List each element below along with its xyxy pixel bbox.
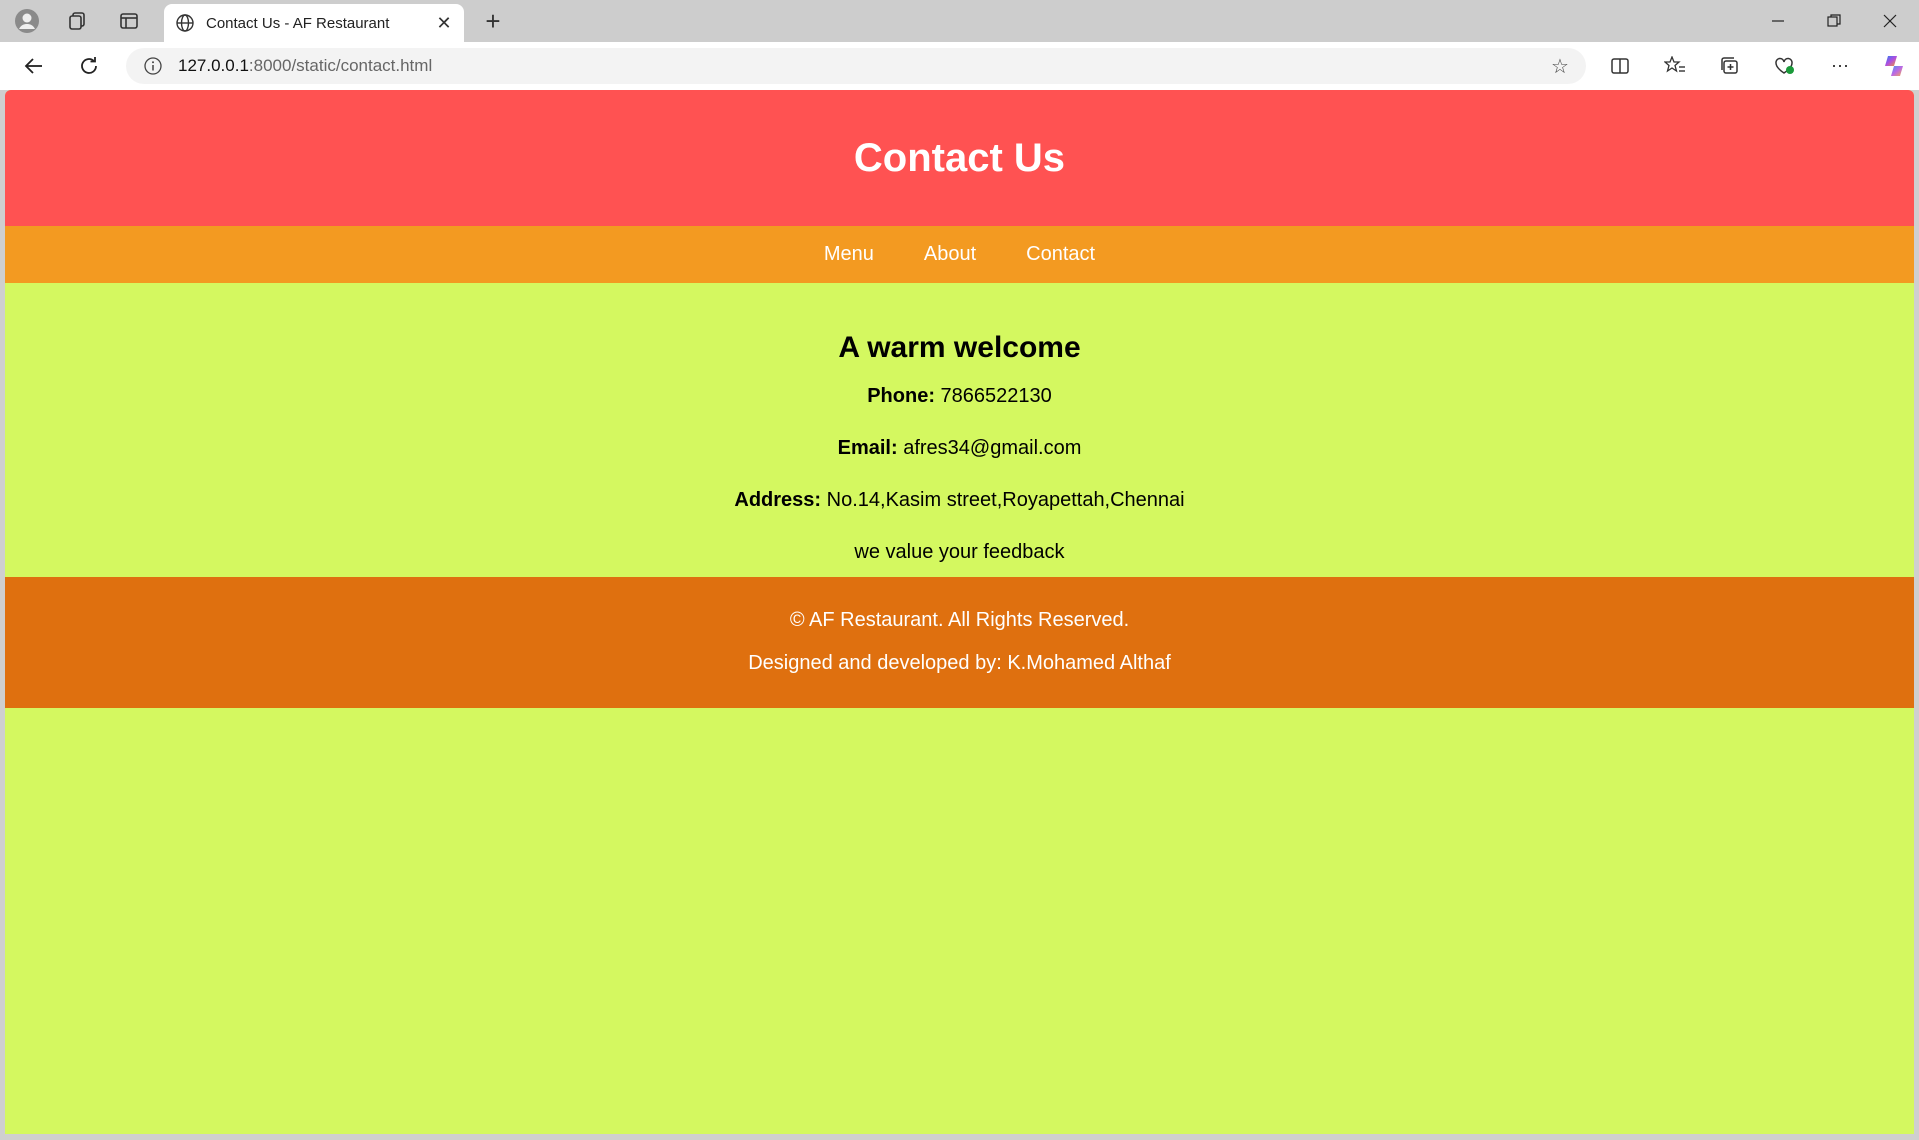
browser-essentials-icon[interactable] bbox=[1769, 50, 1801, 82]
email-value: afres34@gmail.com bbox=[903, 437, 1082, 459]
url-text[interactable]: 127.0.0.1:8000/static/contact.html bbox=[178, 56, 432, 76]
url-path: :8000/static/contact.html bbox=[248, 56, 433, 75]
window-close-icon[interactable] bbox=[1862, 0, 1918, 42]
email-line: Email: afres34@gmail.com bbox=[5, 437, 1914, 459]
nav-link-contact[interactable]: Contact bbox=[1026, 243, 1095, 266]
new-tab-icon[interactable]: + bbox=[478, 6, 508, 36]
profile-icon[interactable] bbox=[12, 6, 42, 36]
address-value: No.14,Kasim street,Royapettah,Chennai bbox=[826, 489, 1185, 511]
address-bar[interactable]: 127.0.0.1:8000/static/contact.html ☆ bbox=[126, 48, 1586, 84]
more-icon[interactable]: ⋯ bbox=[1824, 50, 1856, 82]
address-label: Address: bbox=[734, 489, 822, 511]
address-line: Address: No.14,Kasim street,Royapettah,C… bbox=[5, 489, 1914, 511]
email-label: Email: bbox=[837, 437, 898, 459]
active-tab[interactable]: Contact Us - AF Restaurant ✕ bbox=[164, 4, 464, 42]
back-icon[interactable] bbox=[18, 50, 50, 82]
split-screen-icon[interactable] bbox=[1604, 50, 1636, 82]
refresh-icon[interactable] bbox=[73, 50, 105, 82]
tab-bar: Contact Us - AF Restaurant ✕ + bbox=[0, 0, 1919, 42]
nav-link-about[interactable]: About bbox=[924, 243, 976, 266]
favorites-icon[interactable] bbox=[1659, 50, 1691, 82]
globe-icon bbox=[174, 12, 196, 34]
tab-title: Contact Us - AF Restaurant bbox=[206, 14, 390, 32]
favorite-star-icon[interactable]: ☆ bbox=[1548, 54, 1572, 78]
nav-link-menu[interactable]: Menu bbox=[824, 243, 874, 266]
phone-line: Phone: 7866522130 bbox=[5, 385, 1914, 407]
restore-icon[interactable] bbox=[1806, 0, 1862, 42]
footer-copyright: © AF Restaurant. All Rights Reserved. bbox=[789, 609, 1130, 631]
close-icon[interactable]: ✕ bbox=[430, 9, 458, 37]
page-title: Contact Us bbox=[853, 135, 1066, 180]
browser-toolbar: 127.0.0.1:8000/static/contact.html ☆ ⋯ bbox=[0, 42, 1919, 90]
info-icon[interactable] bbox=[142, 55, 164, 77]
phone-label: Phone: bbox=[867, 385, 935, 407]
contact-section: A warm welcome Phone: 7866522130 Email: … bbox=[5, 283, 1914, 577]
site-footer: © AF Restaurant. All Rights Reserved. De… bbox=[5, 577, 1914, 708]
footer-credit: Designed and developed by: K.Mohamed Alt… bbox=[748, 652, 1171, 674]
url-host: 127.0.0.1 bbox=[178, 56, 249, 75]
section-heading: A warm welcome bbox=[838, 331, 1081, 364]
collections-icon[interactable] bbox=[1714, 50, 1746, 82]
tab-actions-icon[interactable] bbox=[114, 6, 144, 36]
minimize-icon[interactable] bbox=[1750, 0, 1806, 42]
copilot-icon[interactable] bbox=[1878, 50, 1910, 82]
page-viewport: Contact Us Menu About Contact A warm wel… bbox=[5, 90, 1914, 1134]
workspaces-icon[interactable] bbox=[62, 6, 92, 36]
site-header: Contact Us bbox=[5, 90, 1914, 226]
feedback-text: we value your feedback bbox=[854, 541, 1065, 563]
phone-value: 7866522130 bbox=[940, 385, 1052, 407]
site-nav: Menu About Contact bbox=[5, 226, 1914, 283]
